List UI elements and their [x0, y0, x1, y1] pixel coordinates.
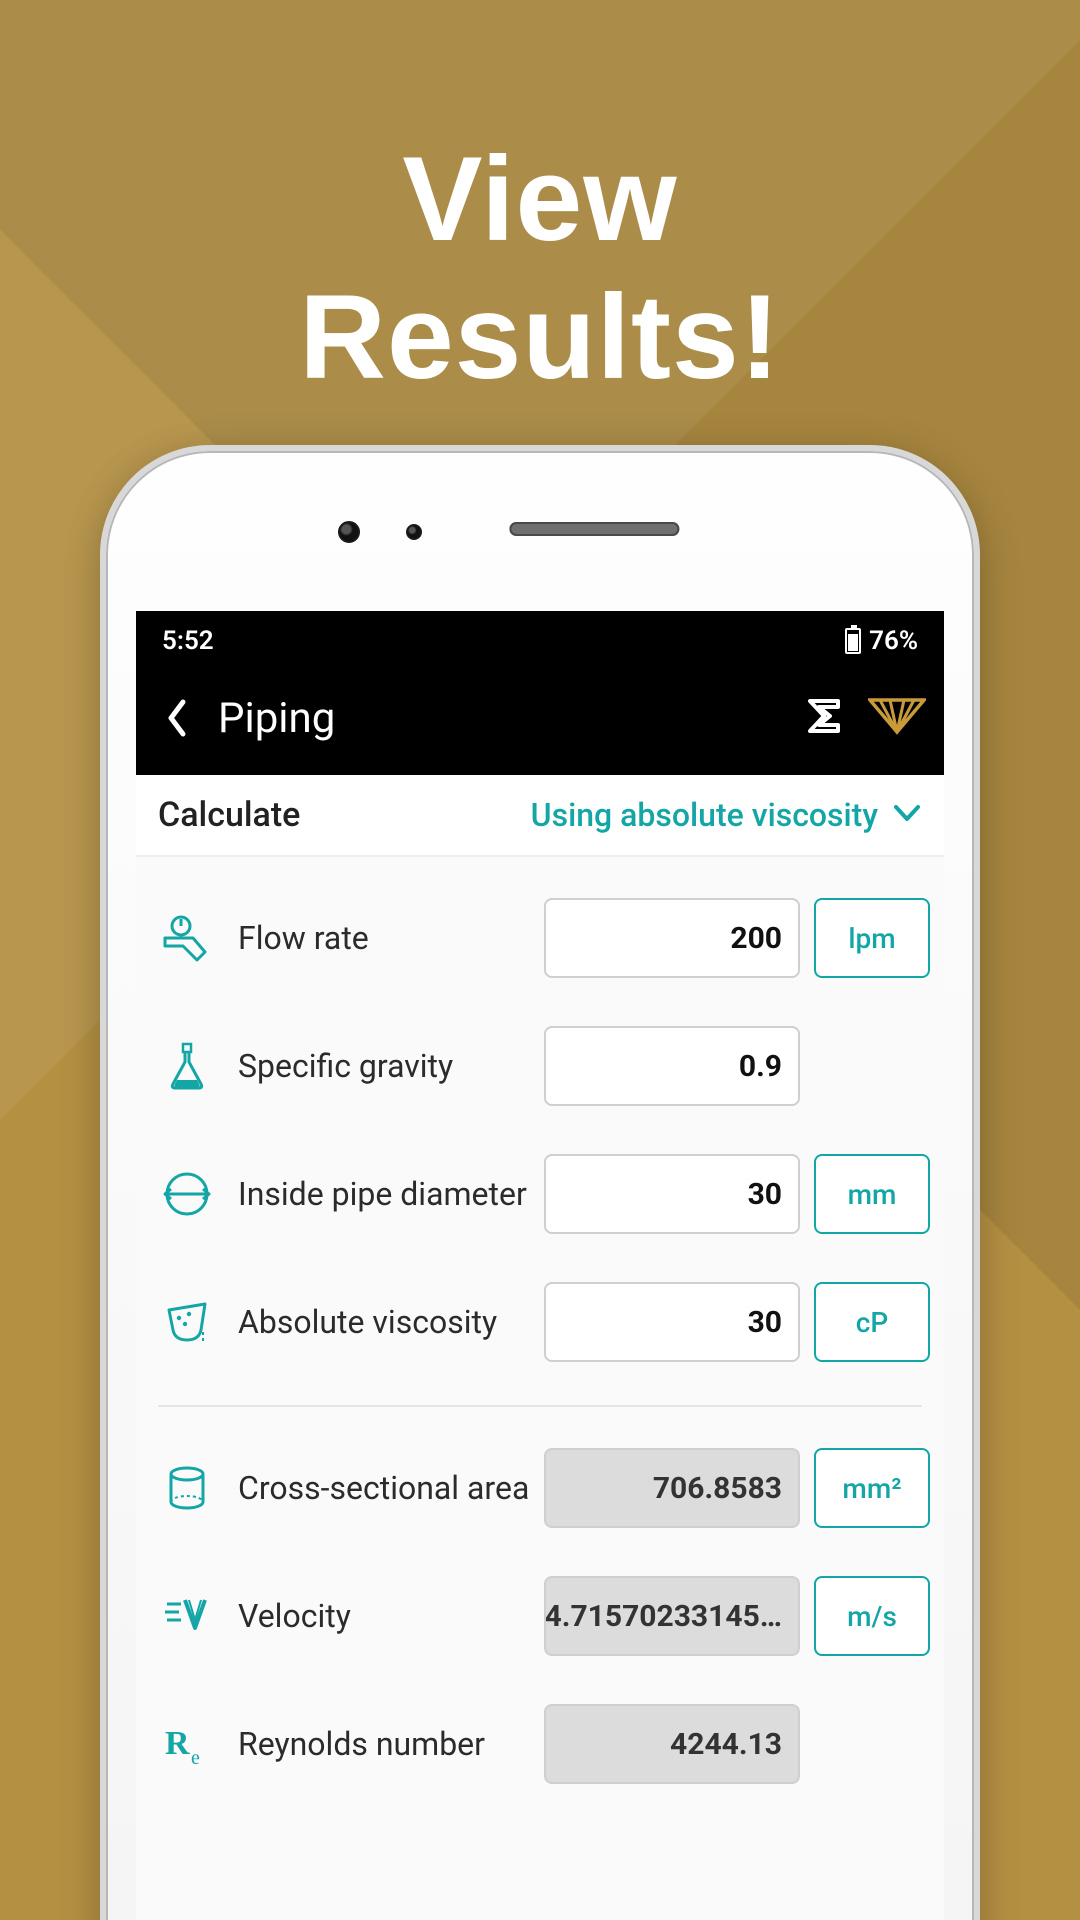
absolute-viscosity-unit-button[interactable]: cP	[814, 1282, 930, 1362]
velocity-output: 4.71570233145…	[544, 1576, 800, 1656]
row-specific-gravity: Specific gravity 0.9	[150, 1021, 930, 1111]
inside-diameter-unit-button[interactable]: mm	[814, 1154, 930, 1234]
calculate-mode-select[interactable]: Using absolute viscosity	[531, 796, 878, 834]
diameter-icon	[161, 1168, 213, 1220]
brand-logo-icon	[868, 696, 926, 736]
row-inside-diameter: Inside pipe diameter 30 mm	[150, 1149, 930, 1239]
app-bar: Piping	[136, 671, 944, 775]
row-velocity: Velocity 4.71570233145… m/s	[150, 1571, 930, 1661]
row-flow-rate: Flow rate 200 lpm	[150, 893, 930, 983]
back-button[interactable]	[154, 695, 200, 741]
absolute-viscosity-input[interactable]: 30	[544, 1282, 800, 1362]
promo-title-line1: View	[0, 130, 1080, 268]
velocity-icon	[161, 1590, 213, 1642]
flow-meter-icon	[161, 912, 213, 964]
absolute-viscosity-label: Absolute viscosity	[238, 1303, 530, 1341]
battery-icon	[845, 628, 861, 654]
inside-diameter-input[interactable]: 30	[544, 1154, 800, 1234]
calculate-mode-chevron[interactable]	[892, 802, 922, 828]
status-time: 5:52	[162, 626, 214, 656]
cross-sectional-area-unit-button[interactable]: mm²	[814, 1448, 930, 1528]
camera-dot-icon	[338, 521, 360, 543]
reynolds-number-icon: R e	[161, 1718, 213, 1770]
calculate-mode-row: Calculate Using absolute viscosity	[136, 775, 944, 857]
sigma-button[interactable]	[804, 696, 844, 740]
row-absolute-viscosity: Absolute viscosity 30 cP	[150, 1277, 930, 1367]
calculate-label: Calculate	[158, 795, 300, 835]
specific-gravity-label: Specific gravity	[238, 1047, 530, 1085]
status-battery: 76%	[869, 626, 918, 656]
specific-gravity-input[interactable]: 0.9	[544, 1026, 800, 1106]
phone-bezel	[106, 451, 974, 611]
cross-sectional-area-output: 706.8583	[544, 1448, 800, 1528]
velocity-label: Velocity	[238, 1597, 530, 1635]
flow-rate-label: Flow rate	[238, 919, 530, 957]
cross-sectional-area-label: Cross-sectional area	[238, 1469, 530, 1507]
section-divider	[158, 1405, 922, 1407]
reynolds-label: Reynolds number	[238, 1725, 530, 1763]
sensor-dot-icon	[406, 524, 422, 540]
flow-rate-input[interactable]: 200	[544, 898, 800, 978]
promo-title: View Results!	[0, 130, 1080, 406]
brand-logo-button[interactable]	[868, 696, 926, 740]
svg-text:R: R	[165, 1725, 190, 1762]
row-cross-sectional-area: Cross-sectional area 706.8583 mm²	[150, 1443, 930, 1533]
flow-rate-unit-button[interactable]: lpm	[814, 898, 930, 978]
velocity-unit-button[interactable]: m/s	[814, 1576, 930, 1656]
svg-text:e: e	[191, 1747, 200, 1769]
chevron-down-icon	[892, 802, 922, 824]
sigma-icon	[804, 696, 844, 736]
inside-diameter-label: Inside pipe diameter	[238, 1175, 530, 1213]
cylinder-area-icon	[161, 1462, 213, 1514]
row-reynolds-number: R e Reynolds number 4244.13	[150, 1699, 930, 1789]
app-title: Piping	[218, 694, 804, 743]
status-bar: 5:52 76%	[136, 611, 944, 671]
promo-title-line2: Results!	[0, 268, 1080, 406]
app-screen: 5:52 76% Piping	[136, 611, 944, 1920]
chevron-left-icon	[163, 698, 191, 738]
phone-mockup: 5:52 76% Piping	[100, 445, 980, 1920]
flask-icon	[161, 1040, 213, 1092]
viscosity-beaker-icon	[161, 1296, 213, 1348]
reynolds-output: 4244.13	[544, 1704, 800, 1784]
speaker-grill-icon	[509, 522, 679, 536]
